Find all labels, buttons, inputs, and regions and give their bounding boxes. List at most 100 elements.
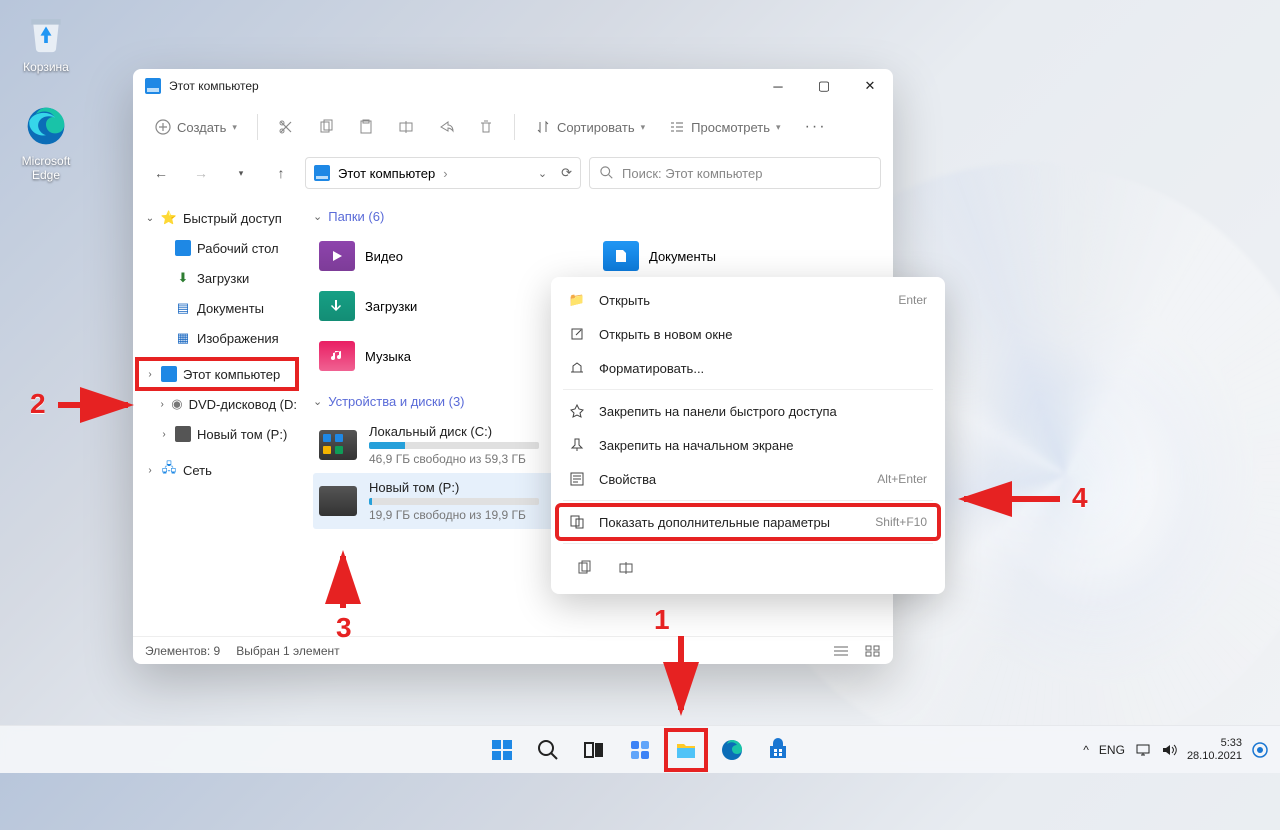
edge-taskbar[interactable] <box>712 730 752 770</box>
ctx-pin-quick-access[interactable]: Закрепить на панели быстрого доступа <box>557 394 939 428</box>
nav-documents[interactable]: ▤Документы <box>137 293 297 323</box>
annotation-2: 2 <box>30 388 46 420</box>
start-button[interactable] <box>482 730 522 770</box>
ctx-open-new-window[interactable]: Открыть в новом окне <box>557 317 939 351</box>
documents-folder-icon <box>603 241 639 271</box>
context-menu: 📁 Открыть Enter Открыть в новом окне Фор… <box>551 277 945 594</box>
ctx-show-more-options[interactable]: Показать дополнительные параметры Shift+… <box>557 505 939 539</box>
search-icon <box>600 166 614 180</box>
pictures-icon: ▦ <box>175 330 191 346</box>
tiles-view-icon[interactable] <box>865 645 881 657</box>
network-icon[interactable] <box>1135 742 1151 758</box>
annotation-arrow-3 <box>328 548 358 619</box>
up-button[interactable]: ↑ <box>265 157 297 189</box>
ctx-format[interactable]: Форматировать... <box>557 351 939 385</box>
ctx-properties[interactable]: Свойства Alt+Enter <box>557 462 939 496</box>
file-explorer-taskbar[interactable] <box>666 730 706 770</box>
search-button[interactable] <box>528 730 568 770</box>
window-title: Этот компьютер <box>169 79 259 93</box>
address-bar[interactable]: Этот компьютер › ⌄ ⟳ <box>305 157 581 189</box>
music-folder-icon <box>319 341 355 371</box>
format-icon <box>569 360 585 376</box>
pin-start-icon <box>569 437 585 453</box>
nav-bar: ← → ▾ ↑ Этот компьютер › ⌄ ⟳ Поиск: Этот… <box>133 151 893 195</box>
drive-icon <box>319 486 357 516</box>
star-icon: ⭐ <box>161 210 177 226</box>
edge-browser[interactable]: Microsoft Edge <box>8 102 84 182</box>
back-button[interactable]: ← <box>145 157 177 189</box>
more-options-icon <box>569 514 585 530</box>
ctx-rename-button[interactable] <box>609 553 643 583</box>
delete-button[interactable] <box>468 109 504 145</box>
download-icon: ⬇ <box>175 270 191 286</box>
edge-label: Microsoft Edge <box>22 154 71 182</box>
details-view-icon[interactable] <box>833 645 849 657</box>
system-tray[interactable]: ^ ENG 5:33 28.10.2021 <box>1083 737 1280 762</box>
trash-icon <box>478 119 494 135</box>
notifications-icon[interactable] <box>1252 742 1268 758</box>
store-taskbar[interactable] <box>758 730 798 770</box>
chevron-down-icon[interactable]: ⌄ <box>538 167 547 180</box>
status-selected: Выбран 1 элемент <box>236 644 339 658</box>
share-icon <box>438 119 454 135</box>
folders-group-header[interactable]: ⌄Папки (6) <box>313 209 881 224</box>
ctx-open[interactable]: 📁 Открыть Enter <box>557 283 939 317</box>
volume-icon[interactable] <box>1161 742 1177 758</box>
minimize-button[interactable]: ─ <box>755 69 801 103</box>
clock[interactable]: 5:33 28.10.2021 <box>1187 737 1242 762</box>
video-folder-icon <box>319 241 355 271</box>
sort-icon <box>535 119 551 135</box>
more-button[interactable]: ··· <box>795 109 837 145</box>
nav-dvd[interactable]: ›◉DVD-дисковод (D: <box>137 389 297 419</box>
title-bar[interactable]: Этот компьютер ─ ▢ ✕ <box>133 69 893 103</box>
nav-this-pc[interactable]: ›Этот компьютер <box>137 359 297 389</box>
ctx-copy-button[interactable] <box>567 553 601 583</box>
view-button[interactable]: Просмотреть ▾ <box>659 109 790 145</box>
ctx-pin-start[interactable]: Закрепить на начальном экране <box>557 428 939 462</box>
document-icon: ▤ <box>175 300 191 316</box>
nav-quick-access[interactable]: ⌄⭐Быстрый доступ <box>137 203 297 233</box>
nav-desktop[interactable]: Рабочий стол <box>137 233 297 263</box>
folder-icon: 📁 <box>569 292 585 308</box>
nav-downloads[interactable]: ⬇Загрузки <box>137 263 297 293</box>
desktop-icon <box>175 240 191 256</box>
annotation-arrow-2 <box>56 390 136 425</box>
paste-icon <box>358 119 374 135</box>
this-pc-icon <box>161 366 177 382</box>
this-pc-icon <box>314 165 330 181</box>
command-bar: Создать ▾ Сортировать ▾ Просмотреть ▾ ··… <box>133 103 893 151</box>
status-elements: Элементов: 9 <box>145 644 220 658</box>
widgets-button[interactable] <box>620 730 660 770</box>
tray-chevron-icon[interactable]: ^ <box>1083 743 1089 757</box>
network-icon: 🖧 <box>161 462 177 478</box>
close-button[interactable]: ✕ <box>847 69 893 103</box>
copy-icon <box>318 119 334 135</box>
annotation-arrow-4 <box>956 484 1066 519</box>
scissors-icon <box>278 119 294 135</box>
folder-documents[interactable]: Документы <box>597 232 881 280</box>
nav-pictures[interactable]: ▦Изображения <box>137 323 297 353</box>
rename-icon <box>398 119 414 135</box>
properties-icon <box>569 471 585 487</box>
disc-icon: ◉ <box>171 396 182 412</box>
maximize-button[interactable]: ▢ <box>801 69 847 103</box>
copy-button[interactable] <box>308 109 344 145</box>
nav-new-volume[interactable]: ›Новый том (P:) <box>137 419 297 449</box>
share-button[interactable] <box>428 109 464 145</box>
recycle-bin[interactable]: Корзина <box>8 8 84 74</box>
new-button[interactable]: Создать ▾ <box>145 109 247 145</box>
folder-video[interactable]: Видео <box>313 232 597 280</box>
search-input[interactable]: Поиск: Этот компьютер <box>589 157 881 189</box>
cut-button[interactable] <box>268 109 304 145</box>
forward-button[interactable]: → <box>185 157 217 189</box>
recent-button[interactable]: ▾ <box>225 157 257 189</box>
open-new-icon <box>569 326 585 342</box>
rename-button[interactable] <box>388 109 424 145</box>
annotation-4: 4 <box>1072 482 1088 514</box>
paste-button[interactable] <box>348 109 384 145</box>
nav-network[interactable]: ›🖧Сеть <box>137 455 297 485</box>
task-view-button[interactable] <box>574 730 614 770</box>
sort-button[interactable]: Сортировать ▾ <box>525 109 655 145</box>
language-indicator[interactable]: ENG <box>1099 743 1125 757</box>
refresh-button[interactable]: ⟳ <box>561 165 572 181</box>
